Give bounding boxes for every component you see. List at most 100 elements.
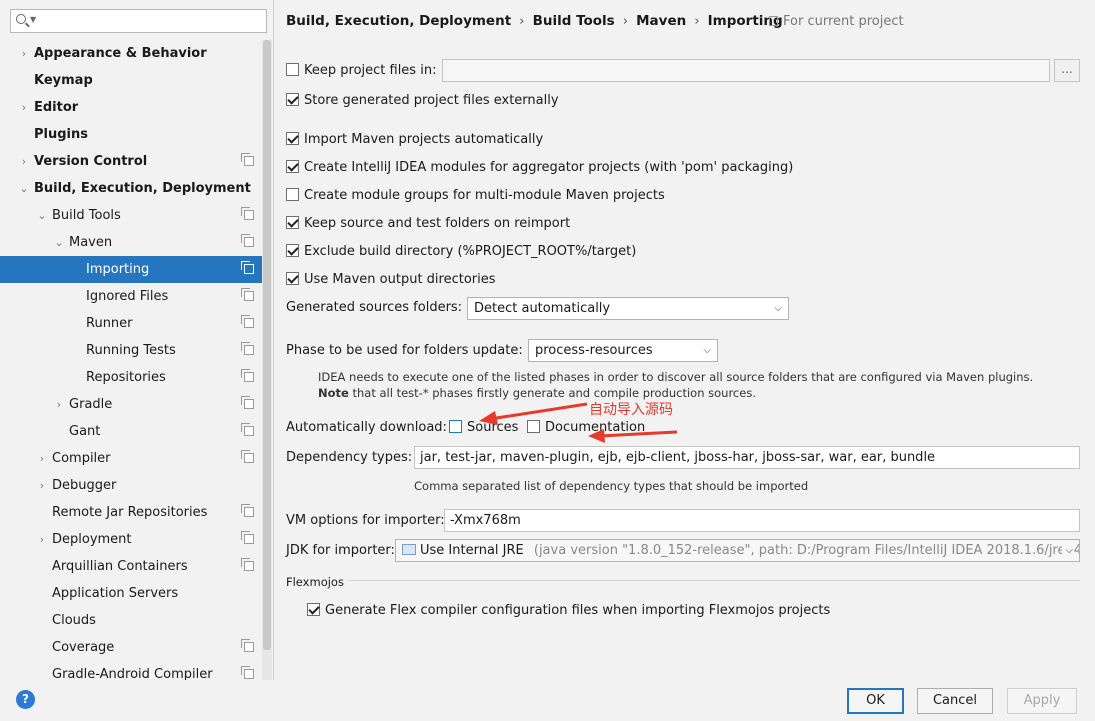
sidebar-item[interactable]: › Debugger	[0, 472, 262, 499]
cancel-button[interactable]: Cancel	[917, 688, 993, 714]
exclude-build-label: Exclude build directory (%PROJECT_ROOT%/…	[304, 244, 637, 259]
chevron-down-icon: ⌵	[1062, 540, 1073, 561]
dialog-footer: ? OK Cancel Apply	[0, 680, 1095, 721]
sidebar-item[interactable]: › Deployment	[0, 526, 262, 553]
project-scope-icon	[241, 207, 254, 220]
sidebar-item-label: Build Tools	[52, 208, 121, 223]
sidebar-item[interactable]: Application Servers	[0, 580, 262, 607]
ok-button[interactable]: OK	[847, 688, 904, 714]
breadcrumb-item: Build Tools	[532, 13, 615, 29]
chevron-down-icon: ⌵	[774, 303, 782, 314]
sidebar-item[interactable]: › Compiler	[0, 445, 262, 472]
chevron-right-icon[interactable]: ›	[53, 391, 65, 418]
module-groups-checkbox[interactable]	[286, 188, 299, 201]
sources-row[interactable]: Sources	[449, 420, 518, 435]
sidebar-item[interactable]: Arquillian Containers	[0, 553, 262, 580]
project-scope-icon	[241, 369, 254, 382]
generated-sources-label: Generated sources folders:	[286, 300, 463, 315]
module-groups-row[interactable]: Create module groups for multi-module Ma…	[286, 188, 665, 203]
search-history-caret-icon[interactable]: ▼	[30, 15, 36, 24]
breadcrumb-separator: ›	[622, 13, 629, 29]
chevron-down-icon[interactable]: ⌄	[36, 202, 48, 229]
create-modules-row[interactable]: Create IntelliJ IDEA modules for aggrega…	[286, 160, 793, 175]
sidebar-item[interactable]: › Editor	[0, 94, 262, 121]
chevron-right-icon[interactable]: ›	[36, 526, 48, 553]
keep-source-folders-checkbox[interactable]	[286, 216, 299, 229]
flexmojos-checkbox[interactable]	[307, 603, 320, 616]
sidebar-item[interactable]: › Version Control	[0, 148, 262, 175]
import-automatically-label: Import Maven projects automatically	[304, 132, 544, 147]
phase-dropdown[interactable]: process-resources ⌵	[528, 339, 718, 362]
project-scope-icon	[241, 288, 254, 301]
search-icon	[16, 14, 26, 24]
project-scope-icon	[241, 423, 254, 436]
create-modules-checkbox[interactable]	[286, 160, 299, 173]
browse-button[interactable]: ...	[1054, 59, 1080, 82]
dependency-types-input[interactable]: jar, test-jar, maven-plugin, ejb, ejb-cl…	[414, 446, 1080, 469]
exclude-build-checkbox[interactable]	[286, 244, 299, 257]
chevron-right-icon[interactable]: ›	[36, 472, 48, 499]
scrollbar-thumb[interactable]	[263, 40, 271, 650]
sidebar-item-label: Application Servers	[52, 586, 179, 601]
keep-source-folders-row[interactable]: Keep source and test folders on reimport	[286, 216, 570, 231]
exclude-build-row[interactable]: Exclude build directory (%PROJECT_ROOT%/…	[286, 244, 636, 259]
chevron-down-icon[interactable]: ⌄	[18, 175, 30, 202]
breadcrumb: Build, Execution, Deployment › Build Tools…	[286, 13, 783, 29]
sidebar-item[interactable]: Runner	[0, 310, 262, 337]
sidebar-item[interactable]: Importing	[0, 256, 262, 283]
sidebar-item[interactable]: Ignored Files	[0, 283, 262, 310]
store-externally-checkbox[interactable]	[286, 93, 299, 106]
sidebar-item[interactable]: Clouds	[0, 607, 262, 634]
page-icon	[769, 16, 778, 26]
import-automatically-row[interactable]: Import Maven projects automatically	[286, 132, 543, 147]
documentation-row[interactable]: Documentation	[527, 420, 645, 435]
sidebar-item[interactable]: Coverage	[0, 634, 262, 661]
sidebar-item-label: Appearance & Behavior	[34, 46, 207, 61]
sidebar-item[interactable]: Plugins	[0, 121, 262, 148]
help-icon[interactable]: ?	[16, 690, 35, 709]
chevron-right-icon[interactable]: ›	[18, 40, 30, 67]
sidebar-item[interactable]: Repositories	[0, 364, 262, 391]
project-scope-icon	[241, 261, 254, 274]
sidebar-item[interactable]: Remote Jar Repositories	[0, 499, 262, 526]
sidebar-item[interactable]: ⌄ Maven	[0, 229, 262, 256]
sidebar-scrollbar[interactable]	[262, 40, 272, 680]
folder-icon	[402, 544, 416, 555]
chevron-right-icon[interactable]: ›	[18, 148, 30, 175]
sidebar-item-label: Maven	[69, 235, 113, 250]
apply-button[interactable]: Apply	[1007, 688, 1077, 714]
sidebar-item[interactable]: Running Tests	[0, 337, 262, 364]
sources-checkbox[interactable]	[449, 420, 462, 433]
import-automatically-checkbox[interactable]	[286, 132, 299, 145]
settings-tree: › Appearance & Behavior Keymap › Editor Plugi…	[0, 40, 262, 688]
keep-project-files-row[interactable]: Keep project files in:	[286, 63, 436, 78]
project-scope-icon	[241, 450, 254, 463]
flexmojos-row[interactable]: Generate Flex compiler configuration fil…	[307, 603, 830, 618]
dependency-types-hint: Comma separated list of dependency types…	[414, 479, 809, 493]
maven-output-row[interactable]: Use Maven output directories	[286, 272, 496, 287]
chevron-right-icon[interactable]: ›	[18, 94, 30, 121]
sidebar-item-label: Repositories	[86, 370, 166, 385]
maven-output-checkbox[interactable]	[286, 272, 299, 285]
jdk-dropdown[interactable]: Use Internal JRE (java version "1.8.0_15…	[395, 539, 1080, 562]
vm-options-label: VM options for importer:	[286, 513, 445, 528]
project-scope-icon	[241, 531, 254, 544]
keep-project-files-checkbox[interactable]	[286, 63, 299, 76]
documentation-checkbox[interactable]	[527, 420, 540, 433]
generated-sources-dropdown[interactable]: Detect automatically ⌵	[467, 297, 789, 320]
chevron-right-icon[interactable]: ›	[36, 445, 48, 472]
store-externally-row[interactable]: Store generated project files externally	[286, 93, 559, 108]
sidebar-item[interactable]: ⌄ Build, Execution, Deployment	[0, 175, 262, 202]
sidebar-item[interactable]: Gant	[0, 418, 262, 445]
sidebar-item[interactable]: › Appearance & Behavior	[0, 40, 262, 67]
sources-label: Sources	[467, 420, 519, 435]
settings-search-input[interactable]: ▼	[10, 9, 267, 33]
project-files-path-field[interactable]	[442, 59, 1050, 82]
sidebar-item[interactable]: ⌄ Build Tools	[0, 202, 262, 229]
vm-options-input[interactable]: -Xmx768m	[444, 509, 1080, 532]
sidebar-item[interactable]: Keymap	[0, 67, 262, 94]
create-modules-label: Create IntelliJ IDEA modules for aggrega…	[304, 160, 794, 175]
sidebar-item[interactable]: › Gradle	[0, 391, 262, 418]
sidebar-item-label: Remote Jar Repositories	[52, 505, 208, 520]
chevron-down-icon[interactable]: ⌄	[53, 229, 65, 256]
